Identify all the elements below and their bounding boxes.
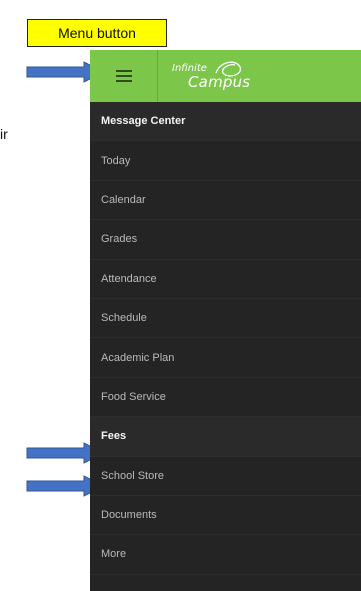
nav-item-fees[interactable]: Fees bbox=[90, 417, 361, 457]
nav-item-academic-plan[interactable]: Academic Plan bbox=[90, 338, 361, 378]
nav-item-documents[interactable]: Documents bbox=[90, 496, 361, 536]
nav-item-school-store[interactable]: School Store bbox=[90, 457, 361, 496]
nav-item-grades[interactable]: Grades bbox=[90, 220, 361, 260]
nav-item-more[interactable]: More bbox=[90, 535, 361, 575]
hamburger-icon bbox=[115, 70, 132, 82]
side-menu-panel: Infinite Campus Message Center Today Cal… bbox=[90, 50, 361, 591]
app-header: Infinite Campus bbox=[90, 50, 361, 102]
logo-text-campus: Campus bbox=[188, 73, 251, 91]
nav-item-message-center[interactable]: Message Center bbox=[90, 102, 361, 142]
nav-item-calendar[interactable]: Calendar bbox=[90, 181, 361, 221]
menu-button[interactable] bbox=[90, 50, 158, 102]
nav-menu: Message Center Today Calendar Grades Att… bbox=[90, 102, 361, 575]
nav-item-today[interactable]: Today bbox=[90, 141, 361, 181]
nav-item-schedule[interactable]: Schedule bbox=[90, 299, 361, 339]
nav-item-attendance[interactable]: Attendance bbox=[90, 260, 361, 299]
infinite-campus-logo: Infinite Campus bbox=[172, 59, 262, 95]
nav-item-food-service[interactable]: Food Service bbox=[90, 378, 361, 418]
menu-button-callout: Menu button bbox=[27, 19, 167, 47]
cropped-text: ir bbox=[0, 126, 8, 142]
